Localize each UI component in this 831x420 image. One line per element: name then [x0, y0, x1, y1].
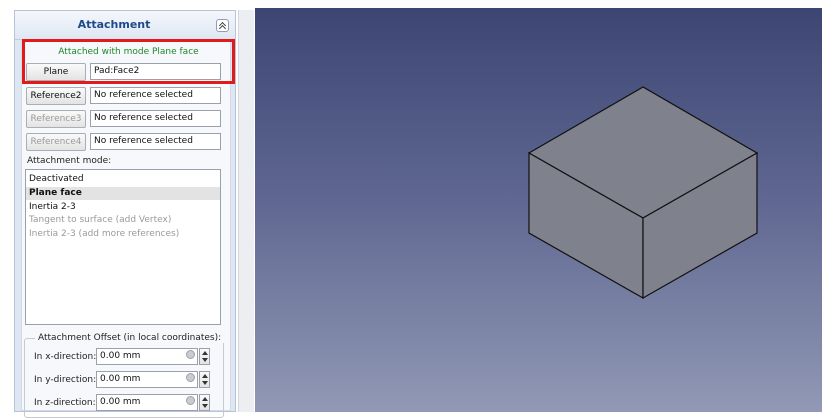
reference2-button[interactable]: Reference2: [26, 87, 86, 105]
mode-item-deactivated[interactable]: Deactivated: [26, 173, 220, 186]
x-direction-input[interactable]: 0.00 mm: [96, 348, 198, 365]
expression-icon[interactable]: [186, 396, 195, 405]
y-direction-spin-arrows-icon[interactable]: [199, 371, 210, 388]
expression-icon[interactable]: [186, 350, 195, 359]
mode-item-plane-face[interactable]: Plane face: [26, 187, 220, 200]
highlight-box: [22, 39, 235, 84]
x-direction-spin-arrows-icon[interactable]: [199, 348, 210, 365]
attachment-mode-list[interactable]: Deactivated Plane face Inertia 2-3 Tange…: [25, 169, 221, 325]
expression-icon[interactable]: [186, 373, 195, 382]
viewport-canvas: [527, 86, 759, 300]
chevron-double-up-icon[interactable]: [216, 19, 229, 32]
reference4-field[interactable]: No reference selected: [90, 133, 221, 150]
z-direction-spin-arrows-icon[interactable]: [199, 394, 210, 411]
attachment-offset-title: Attachment Offset (in local coordinates)…: [35, 333, 225, 343]
z-direction-label: In z-direction:: [34, 398, 96, 408]
panel-header[interactable]: Attachment: [15, 11, 235, 40]
reference3-button[interactable]: Reference3: [26, 110, 86, 128]
mode-item-inertia-2-3-more[interactable]: Inertia 2-3 (add more references): [26, 228, 220, 241]
panel-title: Attachment: [77, 18, 151, 31]
x-direction-label: In x-direction:: [34, 352, 97, 362]
y-direction-input[interactable]: 0.00 mm: [96, 371, 198, 388]
3d-viewport[interactable]: [255, 8, 822, 412]
reference2-field[interactable]: No reference selected: [90, 87, 221, 104]
attachment-mode-label: Attachment mode:: [27, 156, 112, 166]
z-direction-input[interactable]: 0.00 mm: [96, 394, 198, 411]
reference4-button[interactable]: Reference4: [26, 133, 86, 151]
mode-item-inertia-2-3[interactable]: Inertia 2-3: [26, 201, 220, 214]
mode-item-tangent-to-surface[interactable]: Tangent to surface (add Vertex): [26, 214, 220, 227]
box-solid[interactable]: [527, 86, 759, 300]
reference3-field[interactable]: No reference selected: [90, 110, 221, 127]
y-direction-label: In y-direction:: [34, 375, 97, 385]
panel-splitter[interactable]: [238, 10, 254, 412]
